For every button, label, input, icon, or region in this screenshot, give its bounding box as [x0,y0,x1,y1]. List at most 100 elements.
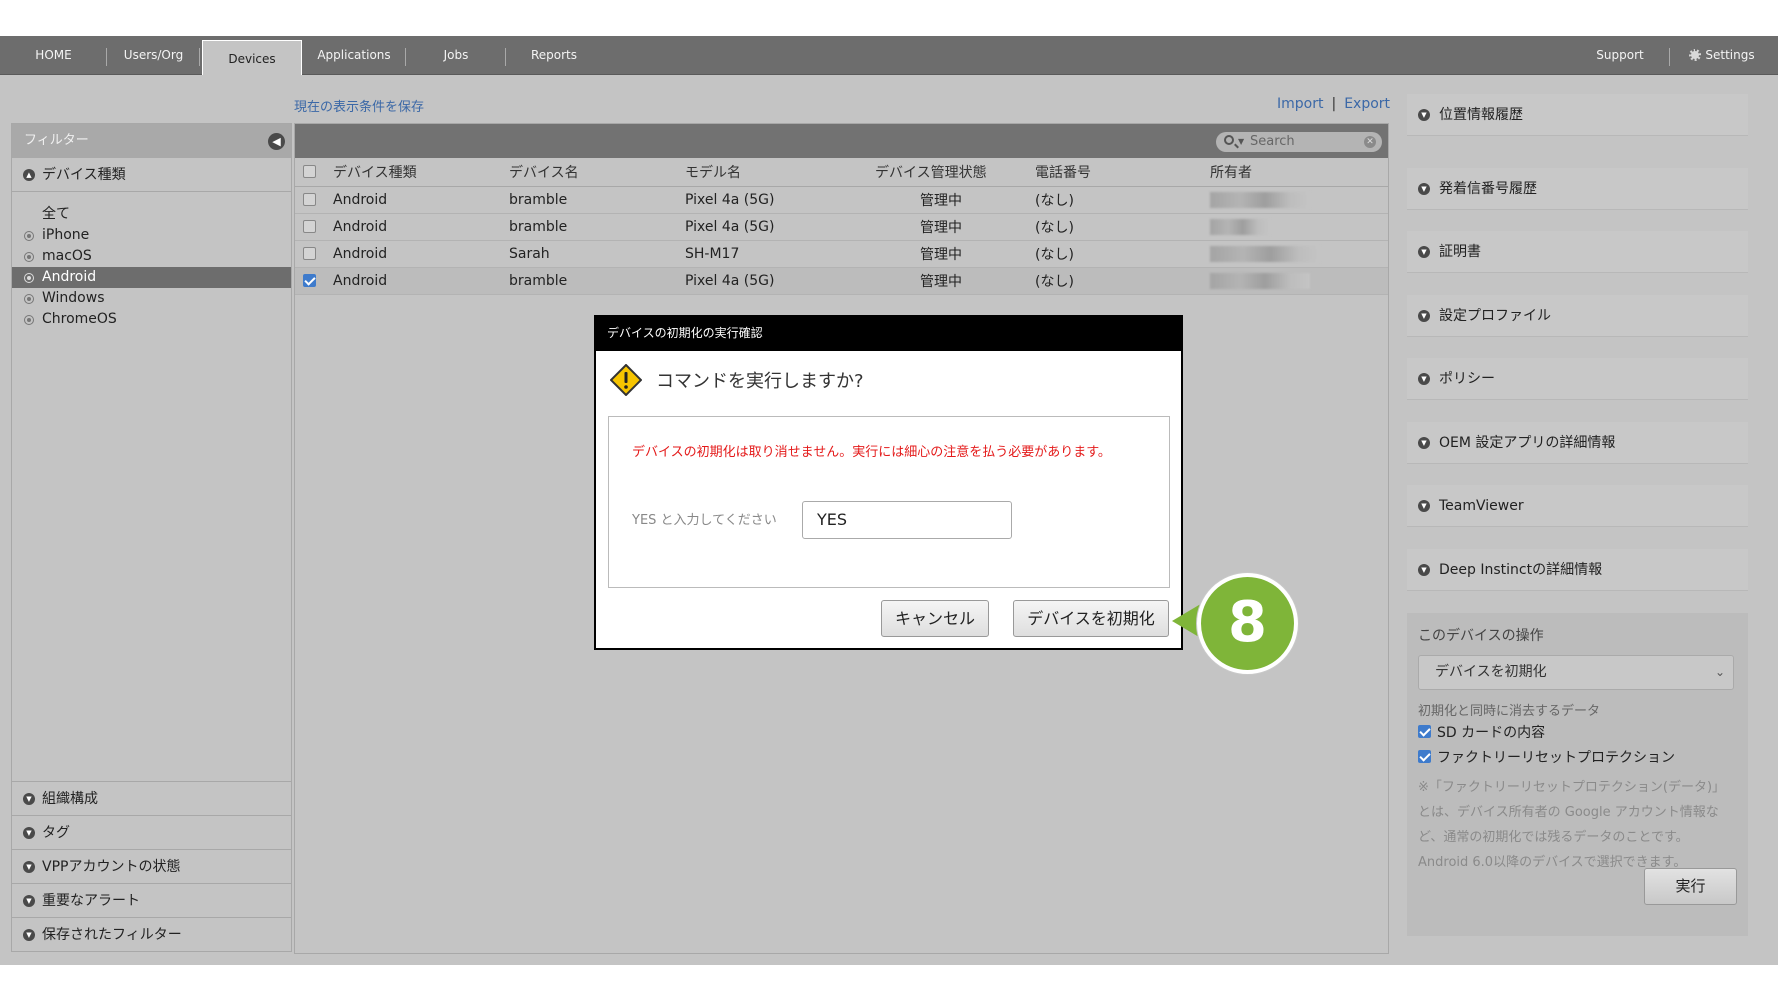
cell-phone: (なし) [1035,240,1210,268]
clear-icon[interactable]: ✕ [1364,136,1376,148]
cell-phone: (なし) [1035,267,1210,295]
search-input[interactable]: ▼ Search ✕ [1216,132,1382,152]
section-policies[interactable]: ▼ ポリシー [1407,358,1748,400]
section-label: Deep Instinctの詳細情報 [1439,562,1603,578]
step-number-badge: 8 [1197,573,1298,674]
redacted-owner [1210,191,1310,208]
cell-device-type: Android [333,213,509,241]
dialog-title: デバイスの初期化の実行確認 [596,317,1181,351]
section-call-history[interactable]: ▼ 発着信番号履歴 [1407,168,1748,210]
section-deep-instinct[interactable]: ▼ Deep Instinctの詳細情報 [1407,549,1748,591]
filter-item-android[interactable]: Android [12,267,291,288]
link-separator: | [1331,96,1337,112]
import-link[interactable]: Import [1277,96,1323,112]
warning-icon [610,364,642,396]
cell-model: Pixel 4a (5G) [685,186,875,214]
section-label: 保存されたフィルター [42,927,182,943]
cell-device-name: bramble [509,267,685,295]
confirm-input[interactable]: YES [802,501,1012,539]
row-checkbox[interactable] [303,220,316,233]
wipe-device-button[interactable]: デバイスを初期化 [1013,600,1169,637]
settings-link[interactable]: Settings [1672,36,1772,75]
tab-users-org[interactable]: Users/Org [107,36,200,75]
frp-checkbox[interactable] [1418,750,1431,763]
cell-status: 管理中 [875,240,1035,268]
filter-header: フィルター ◀ [12,124,291,158]
save-view-link[interactable]: 現在の表示条件を保存 [294,96,424,115]
section-oem-config[interactable]: ▼ OEM 設定アプリの詳細情報 [1407,422,1748,464]
operation-select[interactable]: デバイスを初期化 ⌄ [1418,655,1734,690]
filter-item-macos[interactable]: macOS [12,246,291,267]
tab-reports[interactable]: Reports [506,36,602,75]
column-header[interactable]: デバイス種類 [333,158,509,187]
frp-option[interactable]: ファクトリーリセットプロテクション [1418,748,1737,769]
device-type-section[interactable]: ▲ デバイス種類 [12,158,291,192]
sd-card-option[interactable]: SD カードの内容 [1418,723,1737,744]
erase-data-label: 初期化と同時に消去するデータ [1418,704,1601,719]
select-all-checkbox[interactable] [303,165,316,179]
section-org-structure[interactable]: ▼ 組織構成 [12,781,291,815]
section-label: 設定プロファイル [1439,308,1551,324]
section-teamviewer[interactable]: ▼ TeamViewer [1407,485,1748,527]
filter-item-all[interactable]: 全て [12,204,291,225]
cell-model: Pixel 4a (5G) [685,213,875,241]
cell-device-name: bramble [509,186,685,214]
filter-item-iphone[interactable]: iPhone [12,225,291,246]
caret-down-icon: ▼ [1238,137,1245,146]
sd-card-checkbox[interactable] [1418,725,1431,738]
support-link[interactable]: Support [1570,36,1670,75]
import-export-links: Import | Export [1277,96,1390,112]
cancel-button[interactable]: キャンセル [881,600,989,637]
chevron-down-icon: ⌄ [1714,665,1725,679]
section-saved-filters[interactable]: ▼ 保存されたフィルター [12,917,291,951]
section-tags[interactable]: ▼ タグ [12,815,291,849]
table-header-row: デバイス種類 デバイス名 モデル名 デバイス管理状態 電話番号 所有者 [295,158,1388,187]
table-row[interactable]: Android bramble Pixel 4a (5G) 管理中 (なし) [295,213,1388,241]
cell-status: 管理中 [875,267,1035,295]
section-certificates[interactable]: ▼ 証明書 [1407,231,1748,273]
section-label: 発着信番号履歴 [1439,181,1537,197]
tab-applications[interactable]: Applications [302,36,406,75]
section-vpp-account[interactable]: ▼ VPPアカウントの状態 [12,849,291,883]
top-navigation: HOME Users/Org Devices Applications Jobs… [0,36,1778,76]
column-header[interactable]: 所有者 [1210,158,1388,187]
filter-item-label: iPhone [42,227,90,243]
cell-device-type: Android [333,240,509,268]
cell-model: Pixel 4a (5G) [685,267,875,295]
filter-item-chromeos[interactable]: ChromeOS [12,309,291,330]
export-link[interactable]: Export [1344,96,1390,112]
page: HOME Users/Org Devices Applications Jobs… [0,0,1778,1000]
cell-model: SH-M17 [685,240,875,268]
cell-phone: (なし) [1035,213,1210,241]
run-button[interactable]: 実行 [1644,868,1737,905]
section-location-history[interactable]: ▼ 位置情報履歴 [1407,94,1748,136]
tab-home[interactable]: HOME [0,36,107,75]
section-critical-alerts[interactable]: ▼ 重要なアラート [12,883,291,917]
row-checkbox[interactable] [303,274,316,287]
section-label: OEM 設定アプリの詳細情報 [1439,435,1616,451]
table-row[interactable]: Android bramble Pixel 4a (5G) 管理中 (なし) [295,267,1388,295]
chevron-down-icon: ▼ [23,929,35,941]
table-row[interactable]: Android bramble Pixel 4a (5G) 管理中 (なし) [295,186,1388,214]
tab-devices[interactable]: Devices [202,40,302,76]
tab-jobs[interactable]: Jobs [406,36,506,75]
filter-title: フィルター [24,133,89,148]
filter-item-windows[interactable]: Windows [12,288,291,309]
row-checkbox[interactable] [303,193,316,206]
table-row[interactable]: Android Sarah SH-M17 管理中 (なし) [295,240,1388,268]
section-label: ポリシー [1439,371,1495,387]
column-header[interactable]: モデル名 [685,158,875,187]
filter-item-label: 全て [42,206,70,222]
column-header[interactable]: 電話番号 [1035,158,1210,187]
chevron-down-icon: ▼ [1418,109,1430,121]
chevron-down-icon: ▼ [1418,246,1430,258]
chevron-down-icon: ▼ [23,827,35,839]
collapse-sidebar-icon[interactable]: ◀ [268,133,285,150]
column-header[interactable]: デバイス名 [509,158,685,187]
device-type-list: 全て iPhone macOS Android Windows ChromeOS [12,192,291,330]
row-checkbox[interactable] [303,247,316,260]
cell-phone: (なし) [1035,186,1210,214]
wipe-confirm-dialog: デバイスの初期化の実行確認 コマンドを実行しますか? デバイスの初期化は取り消せ… [594,315,1183,650]
column-header[interactable]: デバイス管理状態 [875,158,1035,187]
section-config-profiles[interactable]: ▼ 設定プロファイル [1407,295,1748,337]
